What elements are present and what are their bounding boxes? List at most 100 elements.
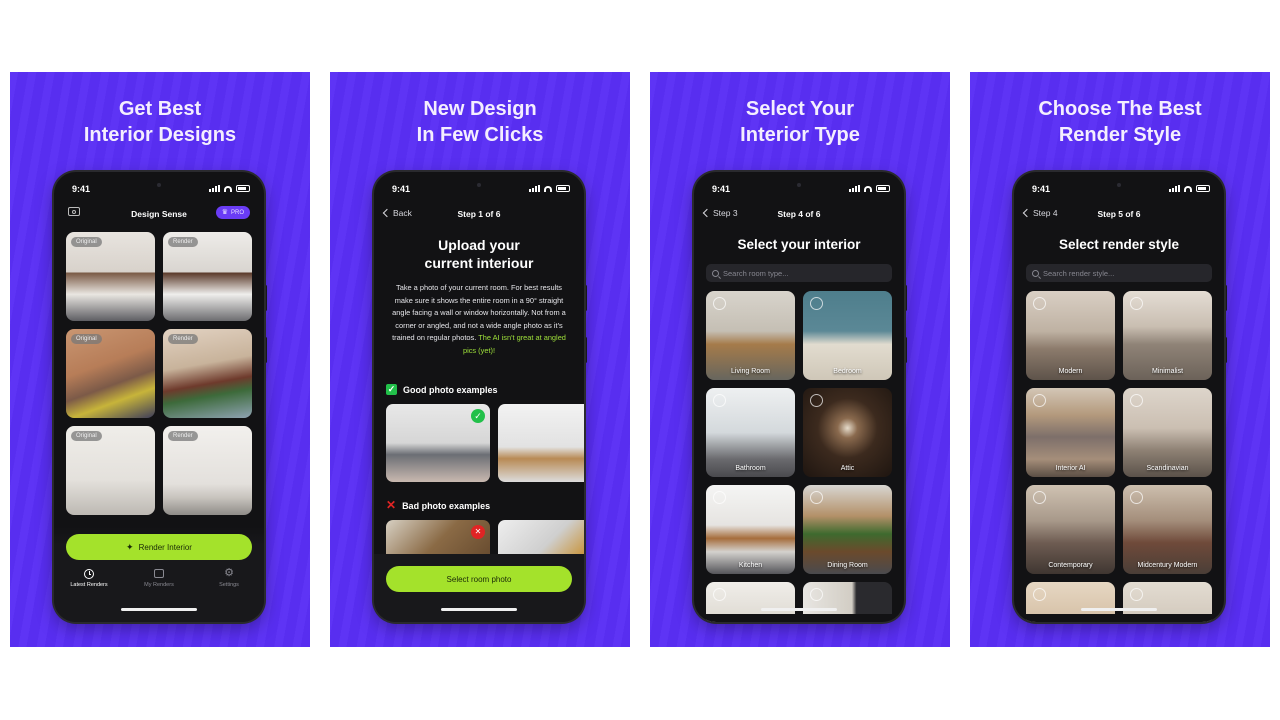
- pro-badge-label: PRO: [230, 209, 244, 216]
- step-indicator: Step 5 of 6: [1097, 209, 1141, 219]
- page-heading: Select your interior: [737, 237, 861, 252]
- phone-side-button: [264, 337, 267, 363]
- tab-my-renders[interactable]: My Renders: [129, 568, 189, 596]
- signal-icon: [849, 185, 860, 192]
- render-tile[interactable]: Original: [66, 426, 155, 515]
- render-style-label: Interior AI: [1055, 465, 1086, 472]
- status-bar: 9:41: [390, 184, 570, 196]
- render-tile[interactable]: Original: [66, 232, 155, 321]
- radio-icon: [1130, 297, 1143, 310]
- render-style-option[interactable]: Contemporary: [1026, 485, 1115, 574]
- radio-icon: [810, 588, 823, 601]
- room-type-label: Attic: [840, 465, 855, 472]
- tile-badge: Original: [71, 237, 102, 247]
- headline-line-1: Get Best: [118, 98, 202, 120]
- screen-bottom-edge: [1014, 614, 1224, 622]
- radio-icon: [713, 394, 726, 407]
- app-header: Design Sense ♛ PRO: [54, 206, 264, 222]
- room-type-option[interactable]: Kitchen: [706, 485, 795, 574]
- pro-button[interactable]: ♛ PRO: [215, 206, 250, 219]
- radio-icon: [1033, 491, 1046, 504]
- panel-headline: Get Best Interior Designs: [10, 96, 310, 148]
- page-heading: Upload your current interiour: [374, 236, 584, 272]
- render-style-option[interactable]: Midcentury Modern: [1123, 485, 1212, 574]
- search-icon: [712, 269, 719, 277]
- home-indicator: [441, 608, 517, 611]
- bad-examples-heading: ✕ Bad photo examples: [386, 499, 491, 511]
- render-style-option[interactable]: Modern: [1026, 291, 1115, 380]
- battery-icon: [876, 185, 890, 192]
- clock-icon: [84, 568, 95, 579]
- render-style-label: Midcentury Modern: [1137, 562, 1198, 569]
- radio-icon: [713, 588, 726, 601]
- status-bar: 9:41: [1030, 184, 1210, 196]
- panel-headline: Select Your Interior Type: [650, 96, 950, 148]
- tile-badge: Original: [71, 431, 102, 441]
- signal-icon: [529, 185, 540, 192]
- room-type-option[interactable]: Dining Room: [803, 485, 892, 574]
- tile-badge: Render: [168, 431, 198, 441]
- x-circle-icon: ✕: [471, 525, 485, 539]
- step-indicator: Step 4 of 6: [777, 209, 821, 219]
- radio-icon: [1130, 491, 1143, 504]
- heading-line-1: Upload your: [438, 237, 520, 253]
- headline-line-1: Choose The Best: [1038, 98, 1202, 120]
- search-room-type-input[interactable]: Search room type...: [706, 264, 892, 282]
- wifi-icon: [1184, 185, 1192, 192]
- status-time: 9:41: [72, 184, 91, 194]
- render-style-option[interactable]: Scandinavian: [1123, 388, 1212, 477]
- instructions-text: Take a photo of your current room. For b…: [388, 282, 570, 357]
- render-interior-button[interactable]: ✦ Render Interior: [66, 534, 252, 560]
- search-placeholder: Search render style...: [1043, 268, 1115, 278]
- tab-latest-renders[interactable]: Latest Renders: [59, 568, 119, 596]
- select-room-photo-button[interactable]: Select room photo: [386, 566, 572, 592]
- panel-headline: Choose The Best Render Style: [970, 96, 1270, 148]
- headline-line-1: Select Your: [745, 98, 855, 120]
- status-time: 9:41: [712, 184, 731, 194]
- phone-side-button: [904, 285, 907, 311]
- room-type-grid: Living Room Bedroom Bathroom Attic Kitch…: [706, 291, 896, 622]
- phone-mockup: 9:41 Back Step 1 of 6 Upload your curren…: [374, 172, 584, 622]
- gallery-icon: [154, 568, 165, 579]
- render-tile[interactable]: Render: [163, 232, 252, 321]
- render-style-label: Modern: [1058, 368, 1083, 375]
- phone-side-button: [1224, 337, 1227, 363]
- wizard-header: Back Step 1 of 6: [374, 206, 584, 222]
- bad-examples-label: Bad photo examples: [402, 500, 491, 511]
- signal-icon: [1169, 185, 1180, 192]
- wifi-icon: [224, 185, 232, 192]
- room-type-option[interactable]: Bathroom: [706, 388, 795, 477]
- render-style-option[interactable]: Minimalist: [1123, 291, 1212, 380]
- status-time: 9:41: [392, 184, 411, 194]
- render-tile[interactable]: Render: [163, 426, 252, 515]
- room-type-label: Living Room: [731, 368, 770, 375]
- phone-side-button: [584, 337, 587, 363]
- radio-icon: [1033, 588, 1046, 601]
- render-tile[interactable]: Original: [66, 329, 155, 418]
- signal-icon: [209, 185, 220, 192]
- battery-icon: [1196, 185, 1210, 192]
- room-type-label: Bathroom: [735, 465, 766, 472]
- renders-grid: Original Render Original Render Original…: [66, 232, 256, 515]
- render-style-option[interactable]: Interior AI: [1026, 388, 1115, 477]
- radio-icon: [1130, 588, 1143, 601]
- check-circle-icon: ✓: [471, 409, 485, 423]
- radio-icon: [713, 297, 726, 310]
- render-tile[interactable]: Render: [163, 329, 252, 418]
- home-indicator: [121, 608, 197, 611]
- room-type-option[interactable]: Living Room: [706, 291, 795, 380]
- screen-bottom-edge: [694, 614, 904, 622]
- headline-line-1: New Design: [423, 98, 537, 120]
- radio-icon: [1033, 394, 1046, 407]
- tab-settings[interactable]: ⚙ Settings: [199, 568, 259, 596]
- room-type-option[interactable]: Bedroom: [803, 291, 892, 380]
- tab-bar: Latest Renders My Renders ⚙ Settings: [54, 568, 264, 596]
- radio-icon: [810, 297, 823, 310]
- home-indicator: [761, 608, 837, 611]
- radio-icon: [1130, 394, 1143, 407]
- room-type-option[interactable]: Attic: [803, 388, 892, 477]
- search-render-style-input[interactable]: Search render style...: [1026, 264, 1212, 282]
- phone-mockup: 9:41 Step 4 Step 5 of 6 Select render st…: [1014, 172, 1224, 622]
- radio-icon: [713, 491, 726, 504]
- status-time: 9:41: [1032, 184, 1051, 194]
